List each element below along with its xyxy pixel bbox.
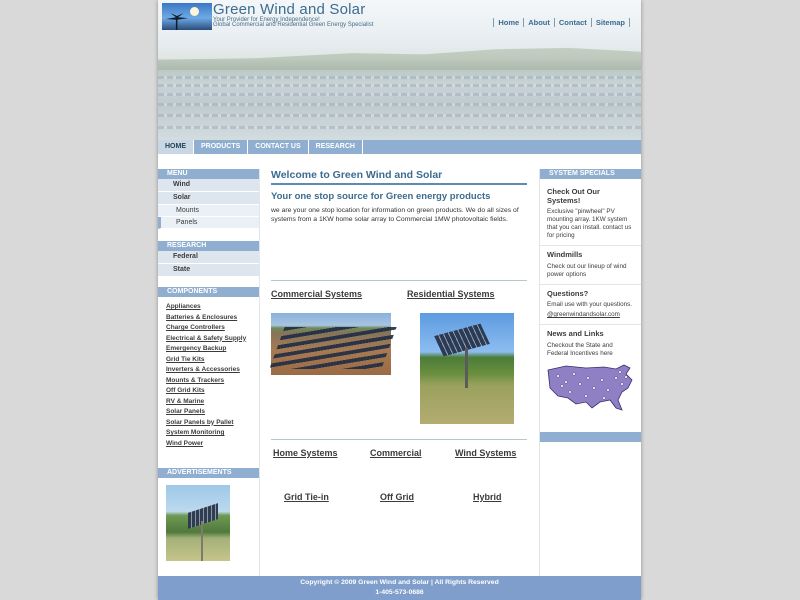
welcome-heading: Welcome to Green Wind and Solar <box>271 169 527 185</box>
component-link-off-grid-kits[interactable]: Off Grid Kits <box>158 386 259 397</box>
questions-text: Email use with your questions. <box>547 301 633 308</box>
pole-graphic <box>201 521 203 561</box>
components-heading: COMPONENTS <box>158 287 259 297</box>
panel-row <box>158 126 641 129</box>
top-link-home[interactable]: Home <box>493 18 523 27</box>
nav-tab-home[interactable]: HOME <box>158 140 194 154</box>
nav-tab-products[interactable]: PRODUCTS <box>194 140 249 154</box>
menu-item-solar[interactable]: Solar <box>158 192 259 205</box>
component-link-solar-panels-pallet[interactable]: Solar Panels by Pallet <box>158 418 259 429</box>
nav-tab-research[interactable]: RESEARCH <box>309 140 363 154</box>
research-heading: RESEARCH <box>158 241 259 251</box>
windmills-block: Windmills Check out our lineup of wind p… <box>540 250 641 285</box>
research-item-federal[interactable]: Federal <box>158 251 259 264</box>
top-link-about[interactable]: About <box>523 18 554 27</box>
divider <box>271 280 527 281</box>
panel-row <box>158 93 641 96</box>
tagline-secondary: Global Commercial and Residential Green … <box>213 22 374 28</box>
page-container: Green Wind and Solar Your Provider for E… <box>158 0 641 600</box>
nav-tab-contact-us[interactable]: CONTACT US <box>248 140 309 154</box>
special-systems-block: Check Out Our Systems! Exclusive "pinwhe… <box>540 187 641 246</box>
residential-solar-image[interactable] <box>420 313 514 424</box>
system-specials-heading: SYSTEM SPECIALS <box>540 169 641 179</box>
special-title: Check Out Our Systems! <box>547 187 600 205</box>
sun-icon <box>190 7 199 16</box>
footer-copyright: Copyright © 2009 Green Wind and Solar | … <box>300 579 499 586</box>
menu-item-wind[interactable]: Wind <box>158 179 259 192</box>
solar-panel-icon <box>434 323 490 357</box>
hills-graphic <box>158 47 641 70</box>
home-systems-link[interactable]: Home Systems <box>273 448 338 458</box>
questions-title: Questions? <box>547 288 589 298</box>
advertisements-heading: ADVERTISEMENTS <box>158 468 259 478</box>
wind-systems-link[interactable]: Wind Systems <box>455 448 516 458</box>
intro-text: we are your one stop location for inform… <box>271 207 519 223</box>
grid-tie-in-link[interactable]: Grid Tie-in <box>284 492 329 502</box>
left-sidebar: MENU Wind Solar Mounts Panels RESEARCH F… <box>158 169 260 576</box>
windmills-text: Check out our lineup of wind power optio… <box>547 262 627 278</box>
pole-graphic <box>465 348 468 388</box>
component-link-wind-power[interactable]: Wind Power <box>158 439 259 450</box>
email-link[interactable]: @greenwindandsolar.com <box>547 311 635 319</box>
component-link-system-monitoring[interactable]: System Monitoring <box>158 428 259 439</box>
site-title[interactable]: Green Wind and Solar <box>213 1 365 18</box>
component-link-rv-marine[interactable]: RV & Marine <box>158 397 259 408</box>
main-content: Welcome to Green Wind and Solar Your one… <box>269 169 527 502</box>
solar-panel-icon <box>188 503 218 529</box>
component-link-grid-tie-kits[interactable]: Grid Tie Kits <box>158 355 259 366</box>
top-links: Home About Contact Sitemap <box>493 18 630 27</box>
menu-subitem-mounts[interactable]: Mounts <box>158 205 259 217</box>
logo-image[interactable] <box>162 3 212 30</box>
component-link-appliances[interactable]: Appliances <box>158 302 259 313</box>
menu-subitem-panels[interactable]: Panels <box>158 217 259 229</box>
divider <box>271 439 527 440</box>
footer-phone: 1-405-573-0686 <box>375 589 424 596</box>
panel-row <box>158 103 641 106</box>
commercial-solar-image[interactable] <box>269 313 397 375</box>
component-link-mounts-trackers[interactable]: Mounts & Trackers <box>158 376 259 387</box>
component-link-solar-panels[interactable]: Solar Panels <box>158 407 259 418</box>
questions-block: Questions? Email use with your questions… <box>540 288 641 325</box>
component-link-batteries[interactable]: Batteries & Enclosures <box>158 313 259 324</box>
research-item-state[interactable]: State <box>158 264 259 277</box>
panel-row <box>158 114 641 117</box>
palm-tree-icon <box>166 13 188 30</box>
component-link-electrical-safety[interactable]: Electrical & Safety Supply <box>158 334 259 345</box>
panel-row <box>158 84 641 87</box>
top-link-sitemap[interactable]: Sitemap <box>590 18 630 27</box>
top-link-contact[interactable]: Contact <box>553 18 591 27</box>
main-nav: HOME PRODUCTS CONTACT US RESEARCH <box>158 140 641 154</box>
component-link-inverters[interactable]: Inverters & Accessories <box>158 365 259 376</box>
commercial-link[interactable]: Commercial <box>370 448 422 458</box>
off-grid-link[interactable]: Off Grid <box>380 492 414 502</box>
component-link-emergency-backup[interactable]: Emergency Backup <box>158 344 259 355</box>
menu-heading: MENU <box>158 169 259 179</box>
commercial-systems-link[interactable]: Commercial Systems <box>271 289 362 299</box>
header: Green Wind and Solar Your Provider for E… <box>158 0 641 140</box>
right-sidebar: SYSTEM SPECIALS Check Out Our Systems! E… <box>539 169 641 576</box>
right-sidebar-footer-bar <box>540 432 641 442</box>
news-text: Checkout the State and Federal Incentive… <box>547 341 613 357</box>
us-map-image[interactable] <box>546 362 634 414</box>
windmills-title: Windmills <box>547 250 583 259</box>
advertisement-image[interactable] <box>166 485 230 561</box>
residential-systems-link[interactable]: Residential Systems <box>407 289 495 299</box>
footer: Copyright © 2009 Green Wind and Solar | … <box>158 576 641 600</box>
component-link-charge-controllers[interactable]: Charge Controllers <box>158 323 259 334</box>
special-text: Exclusive "pinwheel" PV mounting array. … <box>547 208 632 239</box>
news-title: News and Links <box>547 329 604 338</box>
hybrid-link[interactable]: Hybrid <box>473 492 502 502</box>
news-block: News and Links Checkout the State and Fe… <box>540 329 641 424</box>
subtitle-heading: Your one stop source for Green energy pr… <box>271 191 491 202</box>
panel-row <box>158 76 641 79</box>
panel-rows-graphic <box>269 327 397 369</box>
